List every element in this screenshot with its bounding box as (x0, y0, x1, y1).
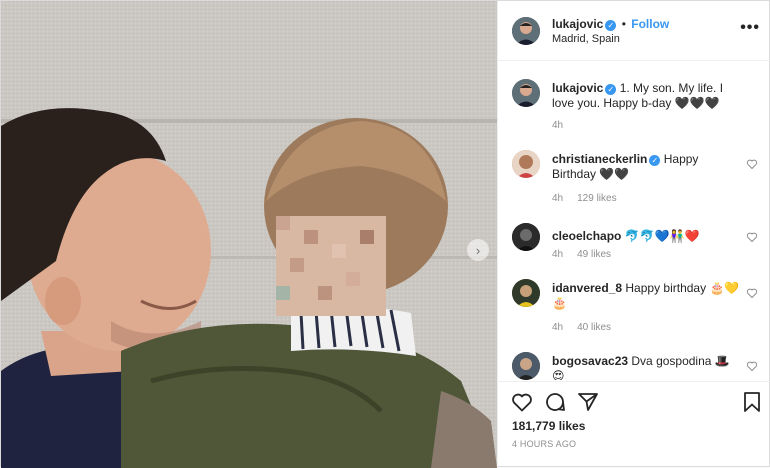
post-header: lukajovic ✓ • Follow Madrid, Spain ••• (498, 1, 770, 61)
instagram-post: › lukajovic✓ • Follow Madrid, Spain ••• (0, 0, 770, 468)
comment-time: 4h (552, 249, 564, 260)
comment-username[interactable]: cleoelchapo (552, 229, 621, 243)
verified-badge-icon: ✓ (605, 84, 617, 95)
comment-text-block: christianeckerlin ✓ Happy Birthday 🖤🖤 (552, 152, 742, 182)
chevron-right-icon[interactable]: › (467, 239, 489, 261)
likes-count[interactable]: 181,779 likes (512, 419, 585, 433)
comment-meta: 4h 129 likes (552, 193, 631, 204)
follow-button[interactable]: Follow (631, 17, 669, 31)
dot-separator: • (621, 17, 626, 31)
post-timestamp: 4 HOURS AGO (512, 439, 577, 449)
comment-text-block: idanvered_8 Happy birthday 🎂💛🎂 (552, 281, 742, 311)
comment-avatar-image (512, 223, 540, 251)
comment-time: 4h (552, 193, 564, 204)
comment-text-block: bogosavac23 Dva gospodina 🎩😍 (552, 354, 742, 380)
heart-icon[interactable] (746, 231, 758, 243)
comment-avatar[interactable] (512, 352, 540, 380)
comment-avatar[interactable] (512, 223, 540, 251)
caption-text-block: lukajovic ✓ 1. My son. My life. I love yo… (552, 81, 742, 111)
more-options-icon[interactable]: ••• (740, 19, 760, 37)
author-username[interactable]: lukajovic (552, 17, 603, 31)
comment-icon[interactable] (543, 390, 567, 414)
comment-avatar[interactable] (512, 279, 540, 307)
verified-badge-icon: ✓ (649, 155, 661, 166)
caption-avatar-image (512, 79, 540, 107)
post-sidebar: lukajovic ✓ • Follow Madrid, Spain ••• l… (497, 1, 770, 468)
comment-avatar-image (512, 150, 540, 178)
share-icon[interactable] (576, 390, 600, 414)
comment-item: cleoelchapo 🐬🐬💙👫❤️ 4h 49 likes (512, 223, 762, 273)
heart-icon[interactable] (510, 390, 534, 414)
author-avatar[interactable] (512, 17, 540, 45)
comment-likes[interactable]: 49 likes (577, 249, 611, 260)
comment-text: 🐬🐬💙👫❤️ (624, 229, 700, 243)
comment-text-block: cleoelchapo 🐬🐬💙👫❤️ (552, 229, 742, 244)
comment-username[interactable]: christianeckerlin (552, 152, 647, 166)
caption-item: lukajovic ✓ 1. My son. My life. I love yo… (512, 79, 762, 139)
heart-icon[interactable] (746, 287, 758, 299)
comment-avatar-image (512, 352, 540, 380)
comment-username[interactable]: bogosavac23 (552, 354, 628, 368)
comment-time: 4h (552, 322, 564, 333)
comment-meta: 4h 49 likes (552, 249, 625, 260)
comment-likes[interactable]: 129 likes (577, 193, 616, 204)
bookmark-icon[interactable] (740, 390, 764, 414)
comment-likes[interactable]: 40 likes (577, 322, 611, 333)
comment-item: bogosavac23 Dva gospodina 🎩😍 (512, 352, 762, 380)
author-line: lukajovic ✓ • Follow (552, 17, 669, 31)
caption-username[interactable]: lukajovic (552, 81, 603, 95)
comment-avatar[interactable] (512, 150, 540, 178)
comment-meta: 4h 40 likes (552, 322, 625, 333)
author-avatar-image (512, 17, 540, 45)
caption-meta: 4h (552, 120, 577, 131)
photo-illustration (1, 1, 497, 468)
post-photo[interactable]: › (1, 1, 497, 468)
comment-avatar-image (512, 279, 540, 307)
comment-username[interactable]: idanvered_8 (552, 281, 622, 295)
post-location[interactable]: Madrid, Spain (552, 33, 620, 45)
verified-badge-icon: ✓ (605, 20, 617, 31)
caption-avatar[interactable] (512, 79, 540, 107)
caption-time: 4h (552, 120, 564, 131)
post-actions: 181,779 likes 4 HOURS AGO (498, 381, 770, 468)
comment-item: christianeckerlin ✓ Happy Birthday 🖤🖤 4h 1… (512, 150, 762, 210)
comments-list[interactable]: lukajovic ✓ 1. My son. My life. I love yo… (498, 62, 770, 380)
heart-icon[interactable] (746, 360, 758, 372)
comment-item: idanvered_8 Happy birthday 🎂💛🎂 4h 40 like… (512, 279, 762, 339)
heart-icon[interactable] (746, 158, 758, 170)
